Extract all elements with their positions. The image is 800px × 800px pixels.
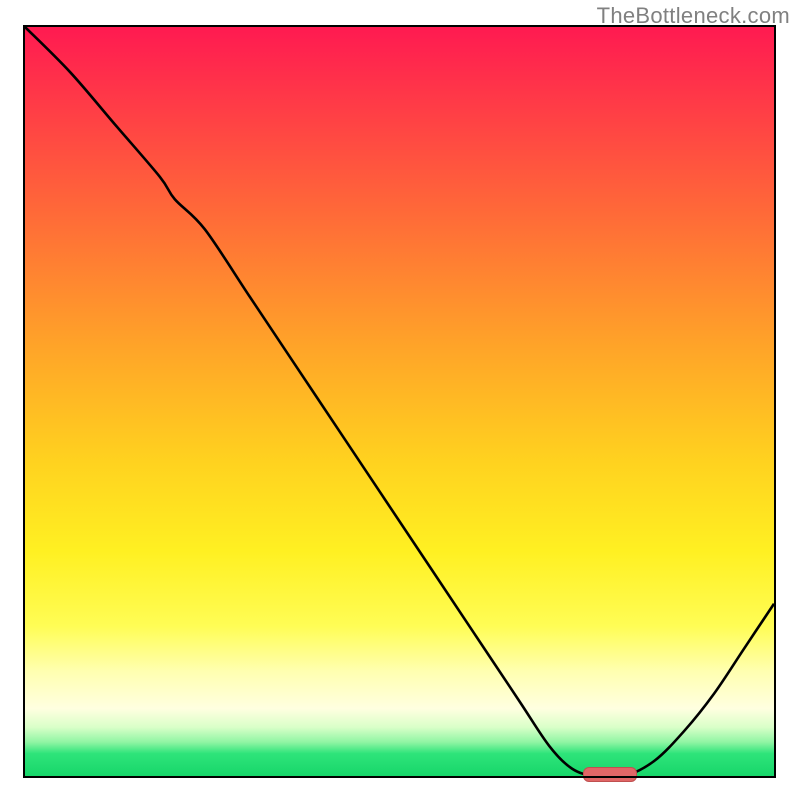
watermark-text: TheBottleneck.com	[597, 3, 790, 29]
minimum-marker	[583, 767, 637, 782]
heat-gradient-background	[25, 27, 774, 776]
chart-canvas: TheBottleneck.com	[0, 0, 800, 800]
